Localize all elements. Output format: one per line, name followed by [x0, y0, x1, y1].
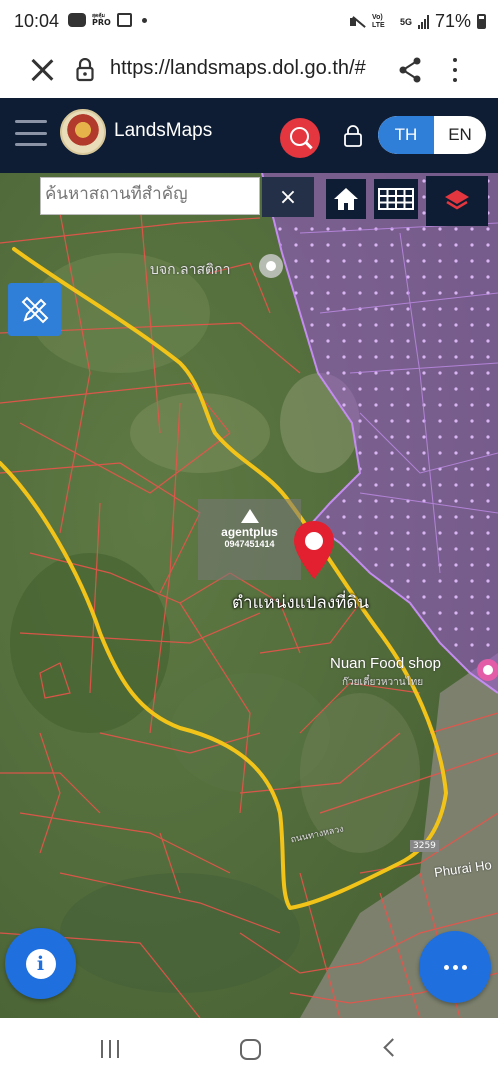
lock-icon	[76, 58, 94, 82]
pencil-ruler-icon	[21, 296, 48, 323]
highway-number-label: 3259	[410, 840, 439, 852]
close-icon[interactable]	[28, 56, 56, 84]
search-icon[interactable]	[280, 118, 320, 158]
place-search-input-wrapper	[40, 177, 260, 215]
menu-icon[interactable]	[15, 120, 47, 146]
status-left-icons: สุดคุ้ม PRO	[68, 13, 147, 27]
system-nav-bar	[0, 1018, 498, 1080]
status-right: Vo) LTE 5G 71%	[349, 11, 486, 32]
shop-label-th: ก๊วยเตี๋ยวหวานไทย	[342, 677, 424, 688]
layers-button[interactable]	[426, 176, 488, 226]
status-time: 10:04	[14, 11, 60, 31]
chat-icon	[68, 13, 86, 27]
home-nav-icon[interactable]	[240, 1039, 261, 1060]
clear-search-button[interactable]: ×	[262, 177, 314, 217]
pro-badge: สุดคุ้ม PRO	[92, 13, 111, 27]
app-header: LandsMaps TH EN	[0, 98, 498, 173]
dol-logo	[60, 109, 106, 155]
home-button[interactable]	[326, 179, 366, 219]
info-icon: i	[25, 948, 56, 979]
info-button[interactable]: i	[5, 928, 76, 999]
place-label-company: บจก.ลาสติกา	[150, 262, 231, 278]
battery-icon	[477, 14, 486, 29]
home-icon	[334, 188, 358, 210]
grid-icon	[378, 188, 414, 210]
mute-icon	[349, 15, 366, 29]
lang-en-button[interactable]: EN	[434, 116, 486, 154]
watermark-brand: agentplus	[221, 525, 278, 539]
notification-dot-icon	[141, 17, 147, 23]
share-icon[interactable]	[398, 56, 422, 84]
browser-url-bar: https://landsmaps.dol.go.th/#	[0, 44, 498, 98]
shop-label: Nuan Food shop	[330, 655, 441, 672]
network-label: 5G	[399, 16, 412, 27]
agent-watermark: agentplus 0947451414	[198, 499, 301, 580]
layers-icon	[445, 190, 469, 210]
more-vert-icon[interactable]	[445, 56, 465, 84]
volte-label: Vo) LTE	[371, 13, 385, 29]
agentplus-logo-icon	[240, 509, 259, 523]
login-lock-icon[interactable]	[343, 125, 363, 147]
language-toggle: TH EN	[378, 116, 486, 154]
lang-th-button[interactable]: TH	[378, 116, 434, 154]
parcel-position-label: ตำแหน่งแปลงที่ดิน	[232, 593, 370, 613]
draw-tool-button[interactable]	[8, 283, 61, 336]
signal-icon	[417, 14, 429, 29]
map-view[interactable]: × บจก.ลาสติกา agentplus 0947451414	[0, 173, 498, 1018]
map-pin-icon[interactable]	[292, 519, 336, 581]
back-icon[interactable]	[383, 1038, 402, 1057]
more-options-button[interactable]	[419, 931, 491, 1003]
battery-percent: 71%	[434, 11, 471, 31]
app-title: LandsMaps	[114, 120, 213, 141]
image-icon	[116, 13, 132, 27]
place-search-input[interactable]	[45, 184, 255, 204]
recent-apps-icon[interactable]	[101, 1040, 119, 1058]
status-bar: 10:04 สุดคุ้ม PRO Vo) LTE 5G 71%	[0, 0, 498, 44]
url-text[interactable]: https://landsmaps.dol.go.th/#	[110, 57, 382, 80]
grid-button[interactable]	[374, 179, 418, 219]
watermark-phone: 0947451414	[224, 539, 275, 549]
